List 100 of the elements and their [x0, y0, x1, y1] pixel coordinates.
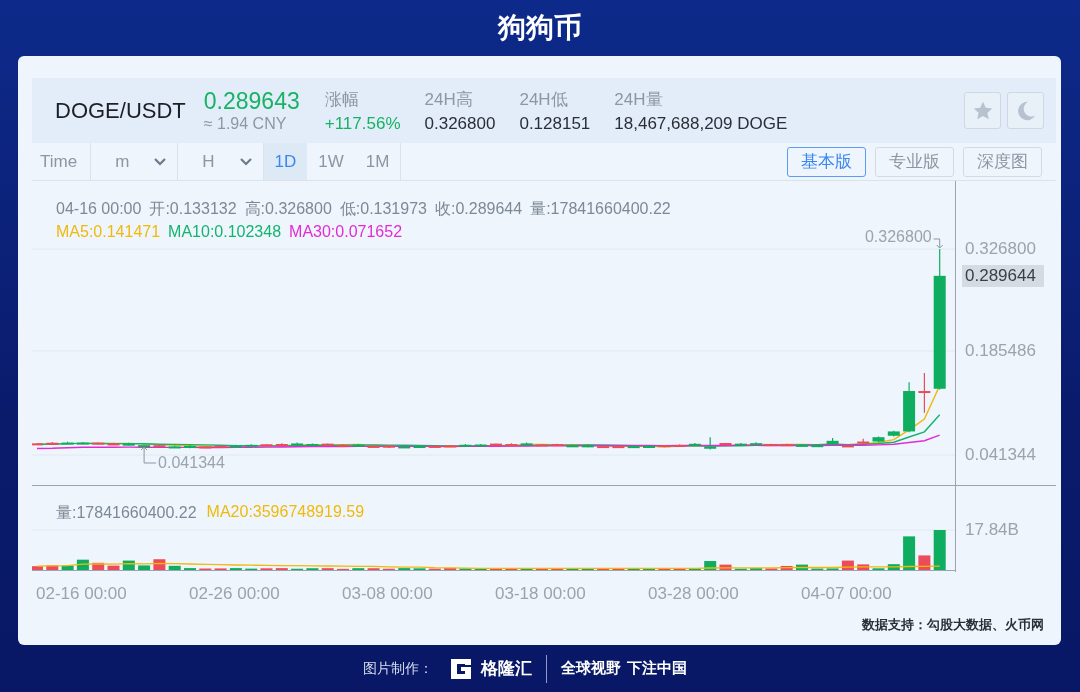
candlestick [413, 444, 426, 449]
pair-label: DOGE/USDT [55, 97, 186, 124]
view-tab[interactable]: 基本版 [787, 146, 866, 177]
candlestick [796, 443, 808, 447]
price-axis-label: 0.326800 [964, 238, 1037, 260]
stat-value: 0.128151 [519, 113, 591, 134]
volume-bar [138, 565, 151, 570]
cny-price: ≈ 1.94 CNY [203, 115, 288, 133]
candlestick [107, 442, 120, 446]
candlestick [459, 443, 472, 448]
volume-value: 量:17841660400.22 [56, 503, 197, 523]
candlestick [627, 444, 640, 449]
candlestick [811, 443, 824, 448]
candlestick [826, 437, 839, 446]
candlestick [474, 443, 487, 447]
candlestick [643, 444, 655, 449]
time-axis-label: 02-26 00:00 [189, 584, 280, 603]
time-axis-label: 03-28 00:00 [648, 584, 739, 603]
price-axis-label: 0.185486 [964, 340, 1037, 362]
candlestick [704, 436, 717, 451]
candlestick [275, 442, 288, 446]
candlestick [903, 381, 916, 433]
candlestick [382, 444, 395, 449]
time-axis-label: 04-07 00:00 [801, 584, 892, 603]
time-axis-label: 03-08 00:00 [342, 584, 433, 603]
volume-bar [704, 561, 717, 570]
volume-bar [168, 565, 181, 570]
logo-icon [449, 656, 474, 681]
candle-value: 高:0.326800 [244, 199, 332, 219]
credit-label: 图片制作： [363, 659, 434, 678]
brand-name: 格隆汇 [481, 657, 533, 680]
stat-value: 18,467,688,209 DOGE [614, 113, 788, 134]
chevron-down-icon [238, 156, 253, 167]
candlestick [184, 444, 196, 449]
stat-label: 24H低 [519, 88, 569, 111]
page-title: 狗狗币 [496, 10, 583, 46]
price-axis-label: 0.041344 [964, 444, 1037, 466]
interval-tab[interactable]: Time [32, 143, 92, 180]
volume-bar [933, 530, 946, 570]
high-price-label: 0.326800 [864, 228, 932, 246]
time-axis-label: 02-16 00:00 [36, 584, 127, 603]
candlestick [92, 441, 105, 445]
candlestick [887, 430, 900, 438]
candlestick [719, 442, 732, 446]
candlestick [551, 443, 564, 447]
interval-tab[interactable]: 1M [354, 143, 401, 180]
ma-value: MA30:0.071652 [289, 222, 403, 242]
candlestick [76, 441, 89, 445]
interval-dropdown[interactable]: H [178, 143, 264, 180]
candlestick [566, 443, 579, 448]
volume-bar [46, 565, 59, 570]
candlestick [765, 443, 778, 447]
interval-tab[interactable]: 1D [263, 143, 308, 180]
candlestick [520, 441, 533, 446]
candlestick [352, 443, 365, 448]
candlestick [153, 444, 166, 449]
candlestick [612, 445, 625, 449]
stat-label: 24H高 [424, 88, 474, 111]
candlestick [337, 443, 349, 447]
volume-bar [153, 559, 166, 570]
candle-value: 开:0.133132 [149, 199, 237, 219]
candlestick [581, 443, 594, 448]
candlestick [32, 442, 43, 446]
interval-dropdown[interactable]: m [91, 143, 179, 180]
theme-button[interactable] [1007, 92, 1044, 129]
candlestick [597, 445, 610, 449]
last-price: 0.289643 [203, 88, 300, 115]
candlestick [291, 442, 304, 446]
candlestick [490, 442, 502, 447]
volume-bar [918, 555, 931, 570]
candlestick [214, 444, 227, 449]
chevron-down-icon [153, 156, 168, 167]
candlestick [46, 441, 59, 445]
candlestick [857, 438, 870, 445]
candlestick [321, 442, 334, 446]
view-tab[interactable]: 专业版 [875, 146, 954, 177]
candlestick [168, 445, 181, 449]
candlestick [658, 444, 671, 448]
interval-tab[interactable]: 1W [307, 143, 355, 180]
price-axis-label: 0.289644 [962, 264, 1044, 287]
volume-bar [841, 560, 854, 570]
candlestick [872, 435, 885, 443]
candlestick [444, 444, 457, 448]
ma-value: MA10:0.102348 [168, 222, 282, 242]
volume-bar [76, 559, 89, 570]
candlestick [367, 445, 380, 448]
candle-date: 04-16 00:00 [56, 199, 142, 219]
candle-value: 量:17841660400.22 [530, 199, 671, 219]
candlestick [229, 444, 242, 448]
favorite-button[interactable] [964, 92, 1001, 129]
view-tab[interactable]: 深度图 [963, 146, 1042, 177]
candlestick [428, 445, 441, 449]
data-source-note: 数据支持：勾股大数据、火币网 [861, 616, 1045, 634]
candlestick [245, 443, 258, 447]
candlestick [199, 445, 212, 449]
candlestick [61, 441, 74, 445]
candlestick [673, 443, 686, 447]
candlestick [841, 444, 854, 448]
volume-bar [857, 564, 870, 570]
volume-bar [780, 565, 793, 570]
